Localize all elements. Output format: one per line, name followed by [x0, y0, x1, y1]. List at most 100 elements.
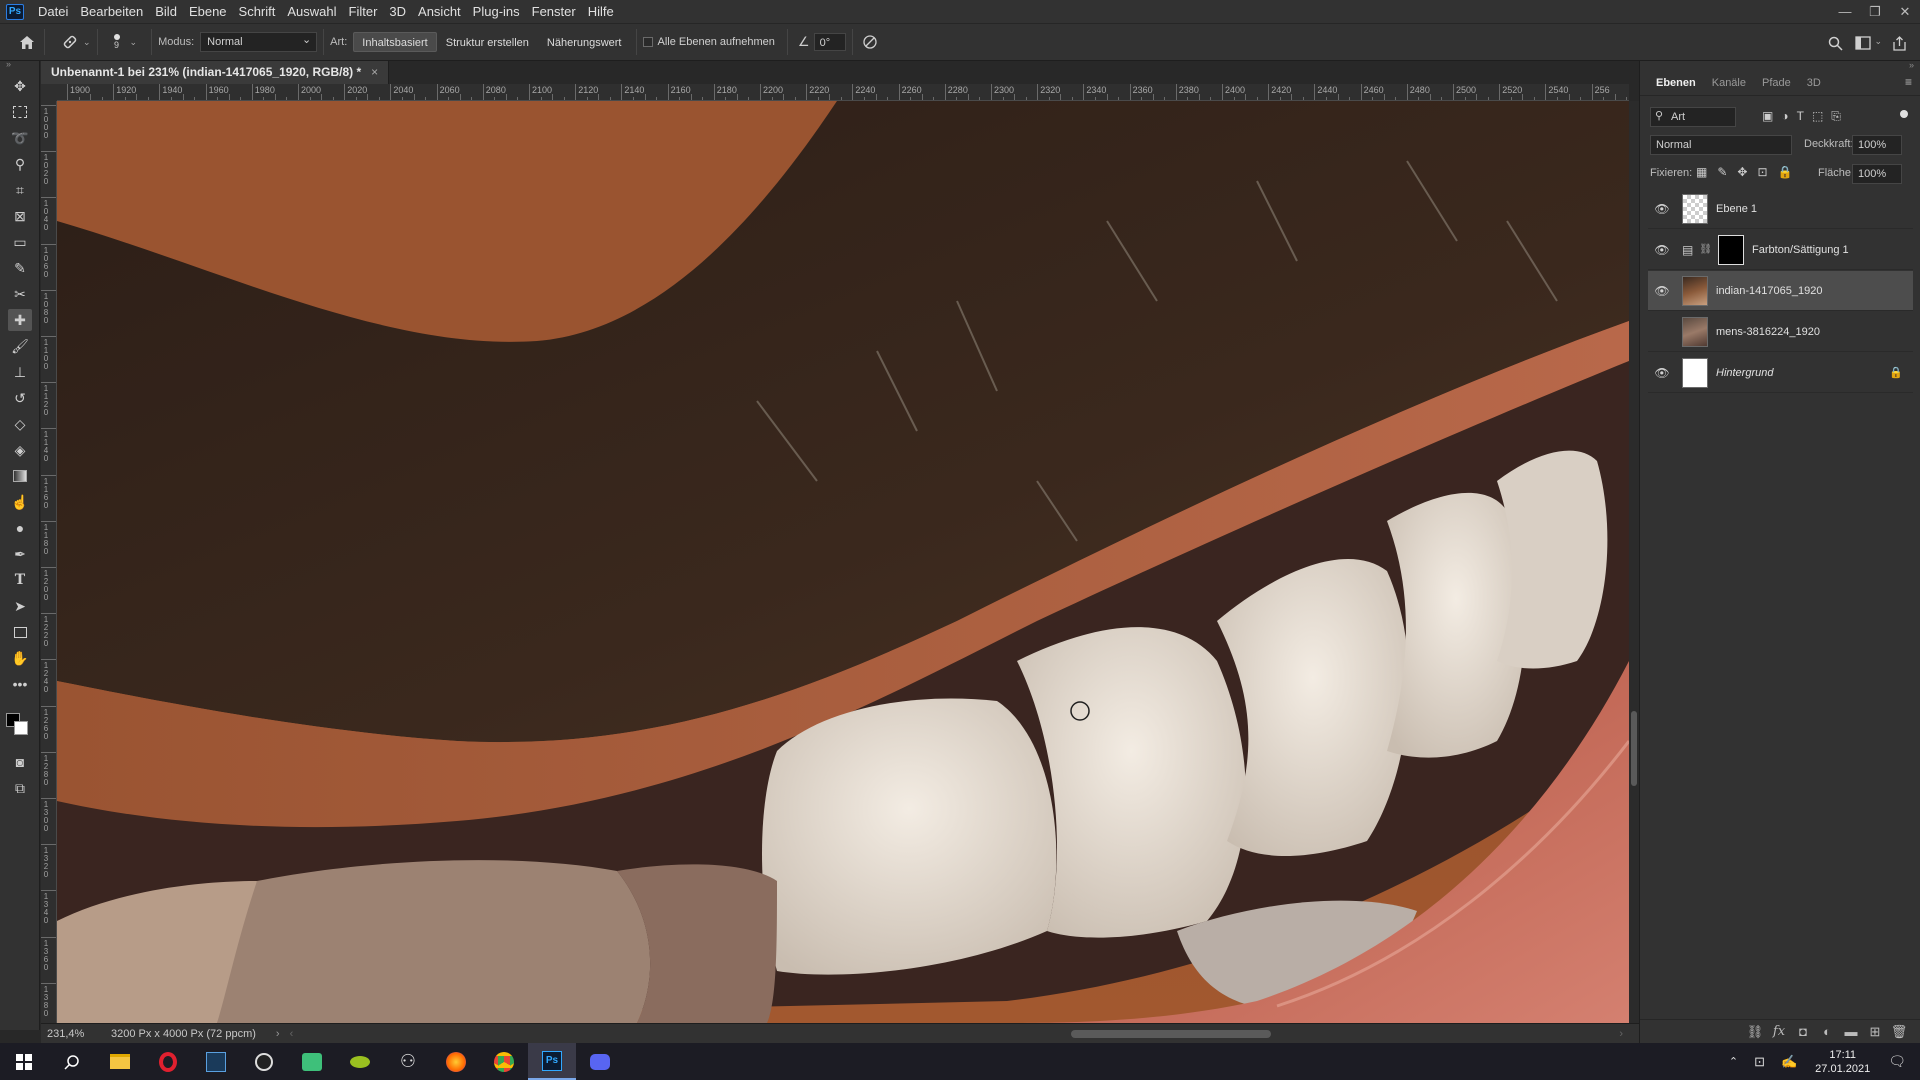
filter-type-icon[interactable]: T: [1797, 109, 1804, 124]
filter-adjustment-icon[interactable]: ◑: [1781, 109, 1788, 124]
menu-hilfe[interactable]: Hilfe: [582, 0, 620, 23]
chevron-down-icon[interactable]: ⌄: [1874, 36, 1882, 54]
photoshop-taskbar-icon[interactable]: Ps: [528, 1043, 576, 1080]
layer-row[interactable]: · mens-3816224_1920: [1648, 312, 1913, 352]
panel-menu-icon[interactable]: ≡: [1905, 75, 1912, 89]
menu-bearbeiten[interactable]: Bearbeiten: [74, 0, 149, 23]
collapse-icon[interactable]: »: [6, 59, 11, 69]
magic-wand-tool-icon[interactable]: ⚲: [8, 153, 32, 175]
marquee-tool-icon[interactable]: [8, 101, 32, 123]
chain-link-icon[interactable]: ⛓: [1699, 244, 1712, 255]
eye-icon[interactable]: 👁: [1652, 284, 1672, 298]
menu-3d[interactable]: 3D: [383, 0, 412, 23]
layer-row[interactable]: 👁 indian-1417065_1920: [1648, 271, 1913, 311]
vertical-scrollbar[interactable]: [1629, 101, 1639, 1023]
layer-style-icon[interactable]: fx: [1767, 1024, 1791, 1039]
smudge-tool-icon[interactable]: ☝: [8, 491, 32, 513]
create-texture-button[interactable]: Struktur erstellen: [437, 32, 538, 52]
proximity-match-button[interactable]: Näherungswert: [538, 32, 631, 52]
tab-channels[interactable]: Kanäle: [1704, 71, 1754, 95]
windows-start-icon[interactable]: [0, 1043, 48, 1080]
chevron-down-icon[interactable]: ⌄: [130, 37, 138, 48]
file-explorer-icon[interactable]: [96, 1043, 144, 1080]
patch-tool-icon[interactable]: ✂: [8, 283, 32, 305]
link-layers-icon[interactable]: ⛓: [1743, 1024, 1767, 1040]
clock[interactable]: 17:11 27.01.2021: [1815, 1048, 1870, 1076]
document-size[interactable]: 3200 Px x 4000 Px (72 ppcm): [111, 1028, 256, 1040]
menu-datei[interactable]: Datei: [32, 0, 74, 23]
app-icon[interactable]: [336, 1043, 384, 1080]
background-color-swatch[interactable]: [14, 721, 28, 735]
menu-fenster[interactable]: Fenster: [526, 0, 582, 23]
layer-mask-thumbnail[interactable]: [1718, 234, 1745, 265]
vertical-scroll-thumb[interactable]: [1631, 711, 1637, 786]
chevron-down-icon[interactable]: ⌄: [83, 37, 91, 48]
new-group-icon[interactable]: ▬: [1839, 1024, 1863, 1039]
opacity-input[interactable]: 100%: [1852, 135, 1902, 155]
more-tools-icon[interactable]: •••: [8, 673, 32, 695]
lock-pixels-icon[interactable]: ✎: [1717, 165, 1727, 179]
network-icon[interactable]: ⊡: [1754, 1054, 1765, 1070]
eraser-tool-icon[interactable]: ◇: [8, 413, 32, 435]
chevron-up-icon[interactable]: ⌃: [1729, 1055, 1738, 1068]
app-icon[interactable]: [288, 1043, 336, 1080]
tab-3d[interactable]: 3D: [1799, 71, 1829, 95]
rectangle-tool-icon[interactable]: [8, 621, 32, 643]
hand-tool-icon[interactable]: ✋: [8, 647, 32, 669]
new-adjustment-layer-icon[interactable]: ◐: [1815, 1024, 1839, 1039]
menu-bild[interactable]: Bild: [149, 0, 183, 23]
opera-icon[interactable]: [144, 1043, 192, 1080]
lock-transparency-icon[interactable]: ▦: [1696, 165, 1707, 179]
document-tab[interactable]: Unbenannt-1 bei 231% (indian-1417065_192…: [41, 61, 390, 84]
type-tool-icon[interactable]: T: [8, 569, 32, 591]
lock-position-icon[interactable]: ✥: [1737, 165, 1747, 179]
gradient-tool-icon[interactable]: [8, 465, 32, 487]
pressure-size-icon[interactable]: [859, 31, 881, 53]
filter-shape-icon[interactable]: ⬚: [1812, 109, 1823, 124]
discord-icon[interactable]: [576, 1043, 624, 1080]
menu-ebene[interactable]: Ebene: [183, 0, 233, 23]
brush-size-picker[interactable]: 9: [104, 34, 130, 50]
content-aware-button[interactable]: Inhaltsbasiert: [353, 32, 437, 52]
close-window-button[interactable]: ✕: [1890, 0, 1920, 23]
pen-icon[interactable]: ✍: [1781, 1054, 1797, 1070]
lock-all-icon[interactable]: 🔒: [1778, 165, 1793, 179]
filter-smart-object-icon[interactable]: ⎘: [1831, 109, 1841, 124]
menu-auswahl[interactable]: Auswahl: [281, 0, 342, 23]
firefox-icon[interactable]: [432, 1043, 480, 1080]
scroll-left-arrow-icon[interactable]: ‹: [290, 1028, 294, 1040]
home-icon[interactable]: [16, 31, 38, 53]
sample-all-layers-checkbox[interactable]: [643, 37, 654, 47]
fill-input[interactable]: 100%: [1852, 164, 1902, 184]
notifications-icon[interactable]: 🗨: [1888, 1053, 1906, 1070]
new-layer-icon[interactable]: ⊞: [1863, 1024, 1887, 1040]
eyedropper-tool-icon[interactable]: ✎: [8, 257, 32, 279]
menu-plugins[interactable]: Plug-ins: [467, 0, 526, 23]
layer-row[interactable]: 👁 Ebene 1: [1648, 189, 1913, 229]
screen-mode-icon[interactable]: ⧉: [8, 777, 32, 799]
app-icon[interactable]: ⚇: [384, 1043, 432, 1080]
crop-tool-icon[interactable]: ⌗: [8, 179, 32, 201]
eye-icon[interactable]: 👁: [1652, 366, 1672, 380]
brush-tool-icon[interactable]: 🖌: [8, 335, 32, 357]
zoom-level[interactable]: 231,4%: [47, 1028, 101, 1040]
restore-button[interactable]: ❐: [1860, 0, 1890, 23]
dodge-tool-icon[interactable]: ●: [8, 517, 32, 539]
eye-hidden-icon[interactable]: ·: [1652, 325, 1672, 339]
image-canvas[interactable]: [57, 101, 1629, 1023]
horizontal-ruler[interactable]: 1900 1920 1940 1960 1980 2000 2020 2040 2060 2080…: [57, 84, 1629, 101]
chrome-icon[interactable]: [480, 1043, 528, 1080]
path-selection-tool-icon[interactable]: ➤: [8, 595, 32, 617]
tab-paths[interactable]: Pfade: [1754, 71, 1799, 95]
angle-input[interactable]: 0°: [813, 33, 846, 51]
frame-tool-icon[interactable]: ⊠: [8, 205, 32, 227]
mode-select[interactable]: Normal: [200, 31, 318, 52]
filter-pixel-icon[interactable]: ▣: [1762, 109, 1773, 124]
panel-collapse-icon[interactable]: »: [1909, 60, 1914, 70]
menu-schrift[interactable]: Schrift: [233, 0, 282, 23]
workspace-icon[interactable]: [1852, 32, 1874, 54]
layer-row[interactable]: 👁 ▤ ⛓ Farbton/Sättigung 1: [1648, 230, 1913, 270]
vertical-ruler[interactable]: 1000 1020 1040 1060 1080 1100 1120 1140 1160 1180…: [41, 101, 57, 1023]
healing-brush-tool-icon[interactable]: ✚: [8, 309, 32, 331]
minimize-button[interactable]: —: [1830, 0, 1860, 23]
